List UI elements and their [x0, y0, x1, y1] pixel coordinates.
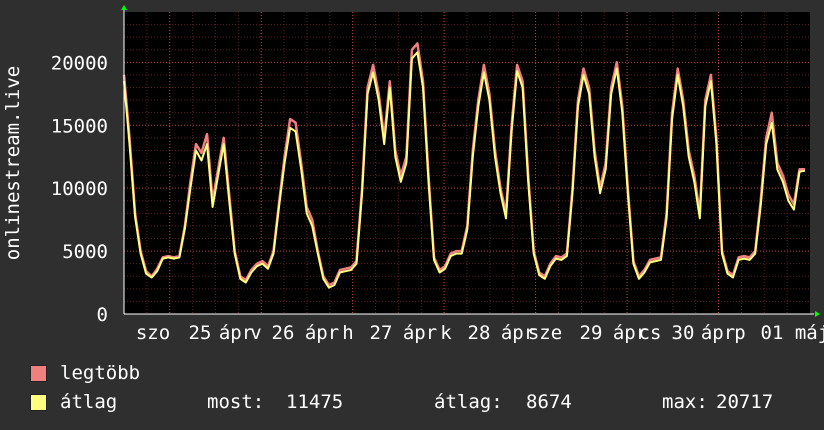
stat-atlag-value: 8674	[526, 391, 572, 413]
stat-most-label: most:	[207, 391, 265, 413]
stat-max-label: max:	[662, 391, 708, 413]
x-tick-label: p	[734, 322, 745, 344]
x-tick-label: 26	[272, 322, 295, 344]
y-tick-label: 15000	[51, 115, 108, 137]
x-tick-label: ápr	[403, 322, 437, 344]
x-tick-label: 25	[189, 322, 212, 344]
y-tick-label: 10000	[51, 178, 108, 200]
legend-item-avg: átlag	[30, 391, 117, 413]
y-tick-label: 5000	[62, 241, 108, 263]
x-tick-label: máj	[795, 322, 824, 344]
y-tick-label: 0	[97, 304, 108, 326]
stat-max-value: 20717	[716, 391, 774, 413]
x-tick-label: ápr	[219, 322, 253, 344]
x-axis-arrow	[815, 311, 820, 317]
stat-atlag-label: átlag:	[434, 391, 503, 413]
x-tick-label: ápr	[305, 322, 339, 344]
x-tick-label: k	[440, 322, 452, 344]
y-axis-arrow	[121, 5, 127, 10]
x-tick-label: ápr	[701, 322, 735, 344]
y-axis-label: onlinestream.live	[2, 66, 24, 260]
x-tick-label: sze	[528, 322, 562, 344]
x-tick-label: 29	[580, 322, 603, 344]
x-tick-label: cs	[639, 322, 662, 344]
legend-label-max: legtöbb	[60, 362, 141, 384]
y-tick-label: 20000	[51, 52, 108, 74]
x-tick-label: szo	[136, 322, 170, 344]
x-tick-label: 30	[672, 322, 695, 344]
legend-swatch-avg	[30, 393, 47, 411]
legend-label-avg: átlag	[60, 391, 118, 413]
x-tick-label: 28	[468, 322, 491, 344]
x-tick-label: v	[250, 322, 261, 344]
x-tick-label: 01	[761, 322, 784, 344]
legend-item-max: legtöbb	[30, 362, 140, 384]
x-tick-label: 27	[370, 322, 393, 344]
stat-most-value: 11475	[286, 391, 344, 413]
legend-swatch-max	[30, 364, 47, 382]
x-tick-label: h	[342, 322, 353, 344]
